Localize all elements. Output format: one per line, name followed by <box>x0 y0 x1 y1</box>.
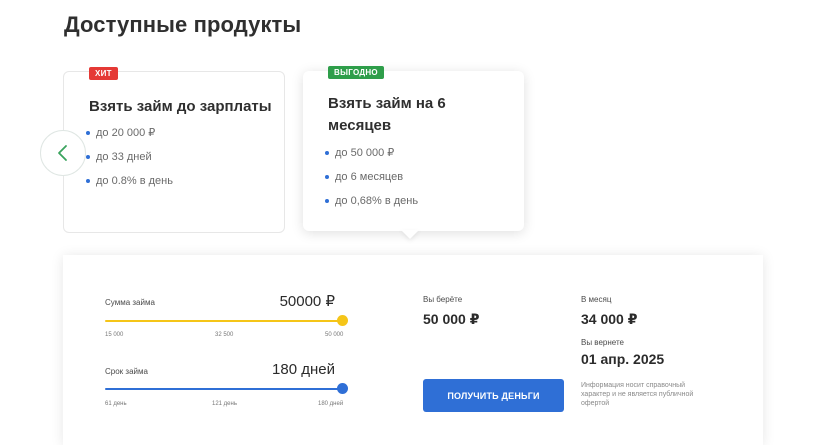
amount-tick-max: 50 000 <box>325 332 344 338</box>
list-item: до 0,68% в день <box>325 194 418 218</box>
take-label: Вы берёте <box>423 295 463 304</box>
badge-hit: ХИТ <box>89 67 118 80</box>
amount-value: 50000 ₽ <box>279 293 335 310</box>
term-value: 180 дней <box>272 361 335 378</box>
monthly-value: 34 000 ₽ <box>581 311 638 327</box>
list-item: до 6 месяцев <box>325 170 418 194</box>
term-tick-mid: 121 день <box>212 401 237 407</box>
bullet-icon <box>325 175 329 179</box>
disclaimer-text: Информация носит справочный характер и н… <box>581 382 694 407</box>
term-tick-max: 180 дней <box>318 401 344 407</box>
product-title: Взять займ до зарплаты <box>89 98 272 115</box>
feature-list: до 50 000 ₽ до 6 месяцев до 0,68% в день <box>325 146 418 218</box>
amount-tick-mid: 32 500 <box>215 332 234 338</box>
amount-tick-min: 15 000 <box>105 332 124 338</box>
feature-text: до 0.8% в день <box>96 175 173 187</box>
product-title: Взять займ на 6 месяцев <box>328 95 446 134</box>
return-label: Вы вернете <box>581 338 624 347</box>
loan-calculator: Сумма займа 50000 ₽ 15 000 32 500 50 000… <box>63 255 763 445</box>
selected-card-pointer <box>401 230 419 239</box>
list-item: до 33 дней <box>86 150 173 174</box>
term-label: Срок займа <box>105 367 148 376</box>
amount-slider-handle[interactable] <box>336 315 348 326</box>
product-card-six-months[interactable]: ВЫГОДНО Взять займ на 6 месяцев до 50 00… <box>303 66 524 231</box>
amount-slider-track[interactable] <box>105 320 342 322</box>
term-slider-track[interactable] <box>105 388 342 390</box>
feature-text: до 33 дней <box>96 151 152 163</box>
list-item: до 0.8% в день <box>86 174 173 198</box>
term-tick-min: 61 день <box>105 401 127 407</box>
list-item: до 20 000 ₽ <box>86 126 173 150</box>
feature-list: до 20 000 ₽ до 33 дней до 0.8% в день <box>86 126 173 198</box>
take-value: 50 000 ₽ <box>423 311 480 327</box>
return-date: 01 апр. 2025 <box>581 351 665 367</box>
list-item: до 50 000 ₽ <box>325 146 418 170</box>
feature-text: до 20 000 ₽ <box>96 127 156 139</box>
bullet-icon <box>325 199 329 203</box>
feature-text: до 0,68% в день <box>335 195 419 207</box>
get-money-button[interactable]: ПОЛУЧИТЬ ДЕНЬГИ <box>423 379 564 412</box>
amount-label: Сумма займа <box>105 298 155 307</box>
badge-profitable: ВЫГОДНО <box>328 66 384 79</box>
bullet-icon <box>86 131 90 135</box>
carousel-prev-button[interactable] <box>40 130 86 176</box>
feature-text: до 50 000 ₽ <box>335 147 395 159</box>
monthly-label: В месяц <box>581 295 612 304</box>
chevron-left-icon <box>58 145 67 161</box>
term-slider-handle[interactable] <box>336 383 348 394</box>
feature-text: до 6 месяцев <box>335 171 404 183</box>
bullet-icon <box>86 179 90 183</box>
bullet-icon <box>325 151 329 155</box>
page-title: Доступные продукты <box>64 12 302 37</box>
bullet-icon <box>86 155 90 159</box>
product-card-payday[interactable]: ХИТ Взять займ до зарплаты до 20 000 ₽ д… <box>63 67 285 233</box>
